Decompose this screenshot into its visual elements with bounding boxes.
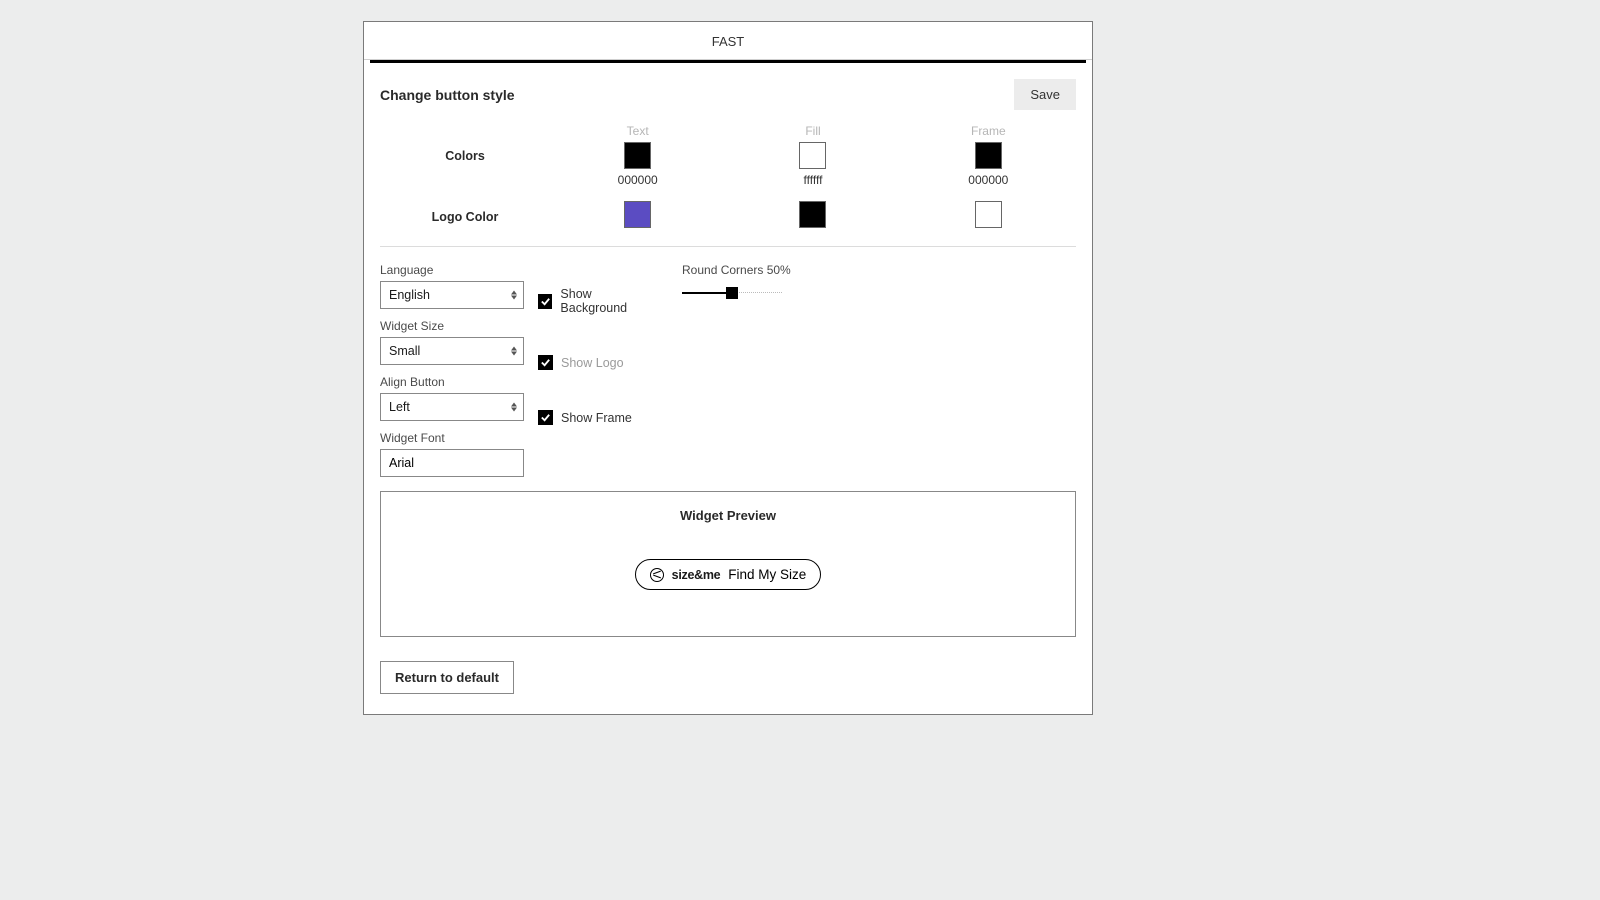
controls-row: Language English Widget Size Small Align… [380,263,1076,477]
widget-preview-box: Widget Preview size&me Find My Size [380,491,1076,637]
select-arrows-icon [510,403,518,412]
divider [380,246,1076,247]
widget-size-value: Small [389,344,420,358]
tab-label: FAST [712,34,745,49]
show-logo-checkbox[interactable] [538,355,553,370]
show-frame-checkbox[interactable] [538,410,553,425]
show-background-row: Show Background [538,287,658,315]
colors-row-label: Colors [380,149,550,163]
align-label: Align Button [380,375,524,389]
return-to-default-button[interactable]: Return to default [380,661,514,694]
color-fill-swatch[interactable] [799,142,826,169]
sizeandme-logo-icon [650,568,664,582]
show-background-label: Show Background [560,287,658,315]
show-logo-label: Show Logo [561,356,624,370]
align-field: Align Button Left [380,375,524,421]
color-text-swatch[interactable] [624,142,651,169]
show-frame-row: Show Frame [538,410,658,425]
logo-color-2-cell [725,201,900,232]
language-label: Language [380,263,524,277]
color-text-cell: Text 000000 [550,124,725,187]
widget-size-field: Widget Size Small [380,319,524,365]
align-value: Left [389,400,410,414]
widget-cta-text: Find My Size [728,567,806,582]
settings-panel: FAST Change button style Save Colors Tex… [363,21,1093,715]
widget-size-select[interactable]: Small [380,337,524,365]
show-frame-label: Show Frame [561,411,632,425]
font-field: Widget Font [380,431,524,477]
color-text-hex: 000000 [550,173,725,187]
select-arrows-icon [510,291,518,300]
header-row: Change button style Save [380,79,1076,110]
tab-fast[interactable]: FAST [364,22,1092,60]
color-text-label: Text [550,124,725,138]
logo-color-3-swatch[interactable] [975,201,1002,228]
color-frame-hex: 000000 [901,173,1076,187]
panel-content: Change button style Save Colors Text 000… [364,63,1092,714]
logo-color-1-swatch[interactable] [624,201,651,228]
align-select[interactable]: Left [380,393,524,421]
widget-size-label: Widget Size [380,319,524,333]
color-fill-hex: ffffff [725,173,900,187]
round-corners-slider[interactable] [682,285,782,301]
widget-preview-button[interactable]: size&me Find My Size [635,559,822,590]
logo-color-row-label: Logo Color [380,210,550,224]
save-button[interactable]: Save [1014,79,1076,110]
check-icon [540,296,551,307]
round-corners-label: Round Corners 50% [682,263,791,277]
check-icon [540,357,551,368]
language-select[interactable]: English [380,281,524,309]
controls-left-col: Language English Widget Size Small Align… [380,263,524,477]
widget-preview-title: Widget Preview [381,508,1075,523]
show-background-checkbox[interactable] [538,294,552,309]
language-value: English [389,288,430,302]
sizeandme-logo-text: size&me [672,568,721,582]
colors-grid: Colors Text 000000 Fill ffffff Frame 000… [380,124,1076,232]
slider-rest [732,292,782,293]
color-frame-label: Frame [901,124,1076,138]
show-logo-row: Show Logo [538,355,658,370]
color-fill-cell: Fill ffffff [725,124,900,187]
check-icon [540,412,551,423]
controls-mid-col: Show Background Show Logo Show Frame [538,263,658,425]
controls-right-col: Round Corners 50% [682,263,791,301]
slider-fill [682,292,732,294]
logo-color-2-swatch[interactable] [799,201,826,228]
select-arrows-icon [510,347,518,356]
font-label: Widget Font [380,431,524,445]
color-frame-swatch[interactable] [975,142,1002,169]
logo-color-1-cell [550,201,725,232]
color-frame-cell: Frame 000000 [901,124,1076,187]
font-input[interactable] [380,449,524,477]
color-fill-label: Fill [725,124,900,138]
language-field: Language English [380,263,524,309]
logo-color-3-cell [901,201,1076,232]
slider-thumb[interactable] [726,287,738,299]
page-title: Change button style [380,87,515,103]
